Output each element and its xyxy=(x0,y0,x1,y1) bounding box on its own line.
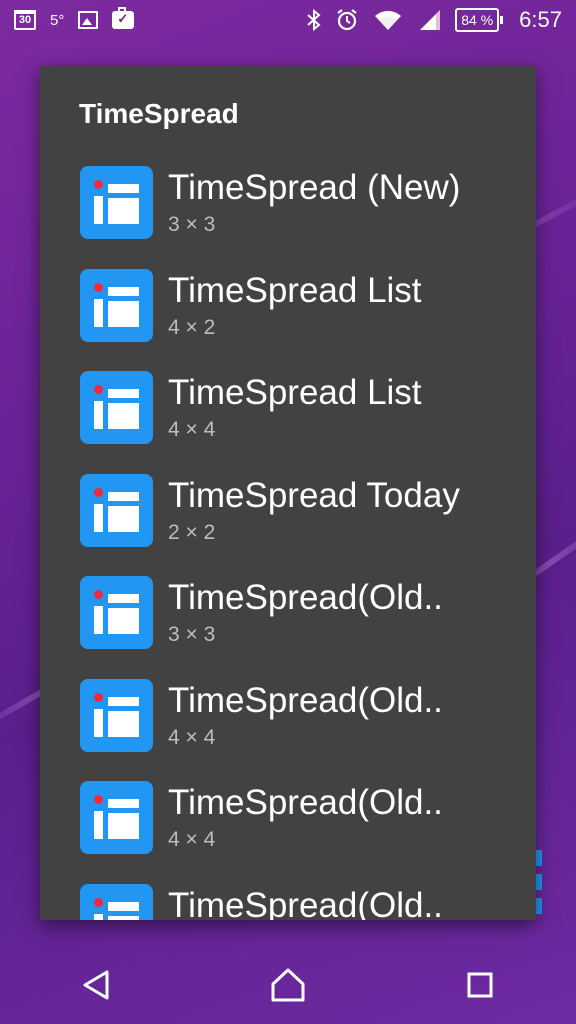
dialog-title: TimeSpread xyxy=(79,98,239,129)
clock: 6:57 xyxy=(519,7,562,32)
widget-option[interactable]: TimeSpread(Old.. 3 × 3 xyxy=(40,576,536,679)
widget-option[interactable]: TimeSpread(Old.. 4 × 4 xyxy=(40,781,536,884)
widget-option[interactable]: TimeSpread List 4 × 4 xyxy=(40,371,536,474)
widget-name: TimeSpread(Old.. xyxy=(168,578,443,617)
timespread-app-icon xyxy=(80,166,153,239)
timespread-app-icon xyxy=(80,678,153,752)
widget-name: TimeSpread Today xyxy=(168,475,460,515)
alarm-icon xyxy=(335,8,359,32)
back-icon xyxy=(83,970,109,1000)
home-icon xyxy=(271,968,305,1002)
widget-name: TimeSpread (New) xyxy=(168,168,461,207)
background-widget-edge xyxy=(536,850,542,866)
widget-size: 4 × 4 xyxy=(168,418,216,441)
widget-picker-dialog: TimeSpread TimeSpread (New) 3 × 3 TimeSp… xyxy=(40,66,536,920)
recents-icon xyxy=(467,972,493,998)
widget-option[interactable]: TimeSpread Today 2 × 2 xyxy=(40,473,536,577)
widget-size: 4 × 4 xyxy=(168,725,216,749)
briefcase-check-icon xyxy=(112,7,135,29)
temperature: 5° xyxy=(50,11,65,29)
background-widget-edge xyxy=(536,874,542,890)
widget-name: TimeSpread List xyxy=(168,270,422,310)
timespread-app-icon xyxy=(80,371,153,444)
widget-size: 3 × 3 xyxy=(168,623,216,646)
status-bar: 30 5° 84 % 6:57 xyxy=(0,0,576,40)
timespread-app-icon xyxy=(80,781,153,854)
back-button[interactable] xyxy=(66,955,126,1015)
signal-icon xyxy=(417,9,441,31)
wifi-icon xyxy=(373,9,403,31)
widget-option[interactable]: TimeSpread(Old.. xyxy=(40,883,536,921)
widget-option[interactable]: TimeSpread(Old.. 4 × 4 xyxy=(40,678,536,782)
timespread-app-icon xyxy=(80,576,153,649)
widget-size: 2 × 2 xyxy=(168,520,216,544)
widget-name: TimeSpread(Old.. xyxy=(168,680,443,720)
timespread-app-icon xyxy=(80,473,153,547)
timespread-app-icon xyxy=(80,883,153,920)
widget-option[interactable]: TimeSpread List 4 × 2 xyxy=(40,268,536,372)
navigation-bar xyxy=(0,946,576,1024)
widget-list[interactable]: TimeSpread (New) 3 × 3 TimeSpread List 4… xyxy=(40,166,536,920)
widget-name: TimeSpread List xyxy=(168,373,422,412)
widget-option[interactable]: TimeSpread (New) 3 × 3 xyxy=(40,166,536,269)
widget-size: 3 × 3 xyxy=(168,213,216,236)
calendar-icon: 30 xyxy=(14,10,36,30)
background-widget-edge xyxy=(536,898,542,914)
image-icon xyxy=(78,11,99,29)
battery-icon: 84 % xyxy=(455,8,504,32)
widget-size: 4 × 4 xyxy=(168,828,216,851)
home-button[interactable] xyxy=(258,955,318,1015)
bluetooth-icon xyxy=(307,9,321,31)
timespread-app-icon xyxy=(80,268,153,342)
widget-name: TimeSpread(Old.. xyxy=(168,885,443,921)
recents-button[interactable] xyxy=(450,955,510,1015)
widget-name: TimeSpread(Old.. xyxy=(168,783,443,822)
widget-size: 4 × 2 xyxy=(168,315,216,339)
